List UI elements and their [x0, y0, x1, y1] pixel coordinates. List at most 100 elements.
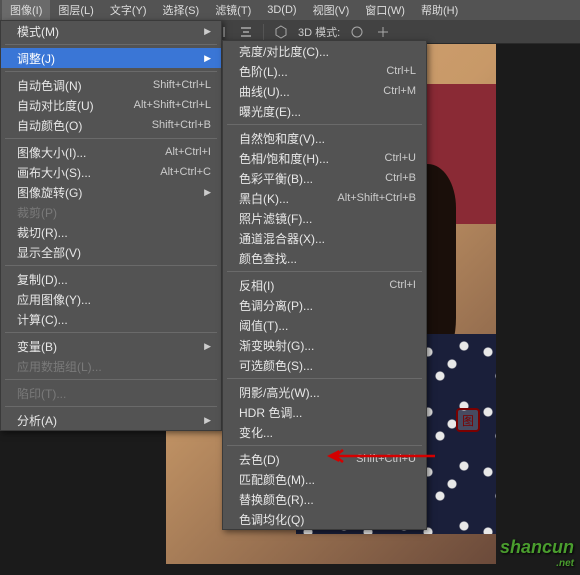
menu-shortcut: Alt+Ctrl+I — [145, 146, 211, 158]
menu-item[interactable]: 渐变映射(G)... — [223, 335, 426, 355]
menu-item[interactable]: 自动色调(N)Shift+Ctrl+L — [1, 75, 221, 95]
menu-item[interactable]: 曝光度(E)... — [223, 101, 426, 121]
menu-item[interactable]: 色相/饱和度(H)...Ctrl+U — [223, 148, 426, 168]
menubar-item[interactable]: 图层(L) — [50, 0, 101, 20]
menu-item[interactable]: 变化... — [223, 422, 426, 442]
menu-item[interactable]: 色调分离(P)... — [223, 295, 426, 315]
menu-item-label: 阴影/高光(W)... — [239, 384, 320, 401]
distribute-icon[interactable] — [237, 23, 255, 41]
menu-item-label: 分析(A) — [17, 412, 57, 429]
menu-item-label: 自然饱和度(V)... — [239, 130, 325, 147]
menu-separator — [5, 406, 217, 407]
menu-item-label: 渐变映射(G)... — [239, 337, 314, 354]
3d-icon[interactable] — [272, 23, 290, 41]
menu-item[interactable]: 自动颜色(O) Shift+Ctrl+B — [1, 115, 221, 135]
3d-mode-label: 3D 模式: — [298, 24, 340, 40]
menu-item[interactable]: 亮度/对比度(C)... — [223, 41, 426, 61]
menu-separator — [227, 378, 422, 379]
menu-item-label: 显示全部(V) — [17, 244, 81, 261]
menu-separator — [5, 379, 217, 380]
menu-shortcut: Ctrl+I — [369, 279, 416, 291]
menu-item[interactable]: 匹配颜色(M)... — [223, 469, 426, 489]
menu-item-label: 自动对比度(U) — [17, 97, 94, 114]
menu-item[interactable]: 画布大小(S)...Alt+Ctrl+C — [1, 162, 221, 182]
menu-item-label: 图像大小(I)... — [17, 144, 86, 161]
menu-item-label: 可选颜色(S)... — [239, 357, 313, 374]
menubar-item[interactable]: 帮助(H) — [413, 0, 466, 20]
menu-item[interactable]: 色调均化(Q) — [223, 509, 426, 529]
menu-item[interactable]: 应用图像(Y)... — [1, 289, 221, 309]
3d-pan-icon[interactable] — [374, 23, 392, 41]
menu-separator — [227, 124, 422, 125]
menu-item-label: 反相(I) — [239, 277, 274, 294]
menu-item[interactable]: 色彩平衡(B)...Ctrl+B — [223, 168, 426, 188]
menu-item[interactable]: 显示全部(V) — [1, 242, 221, 262]
menu-item-label: 通道混合器(X)... — [239, 230, 325, 247]
menu-item-label: 变量(B) — [17, 338, 57, 355]
menu-item[interactable]: 黑白(K)...Alt+Shift+Ctrl+B — [223, 188, 426, 208]
menu-item[interactable]: 替换颜色(R)... — [223, 489, 426, 509]
menu-shortcut: Ctrl+L — [366, 65, 416, 77]
menu-item[interactable]: 自动对比度(U)Alt+Shift+Ctrl+L — [1, 95, 221, 115]
menu-item[interactable]: HDR 色调... — [223, 402, 426, 422]
menubar-item[interactable]: 滤镜(T) — [207, 0, 259, 20]
menu-item[interactable]: 计算(C)... — [1, 309, 221, 329]
submenu-arrow-icon: ▶ — [204, 341, 211, 352]
3d-rotate-icon[interactable] — [348, 23, 366, 41]
menu-shortcut: Shift+Ctrl+B — [132, 119, 211, 131]
menu-item-label: 裁剪(P) — [17, 204, 57, 221]
menubar-item[interactable]: 视图(V) — [305, 0, 358, 20]
menubar-item[interactable]: 文字(Y) — [102, 0, 155, 20]
submenu-arrow-icon: ▶ — [204, 53, 211, 64]
menu-item-label: 色阶(L)... — [239, 63, 288, 80]
menubar-item[interactable]: 窗口(W) — [357, 0, 413, 20]
menu-item-label: 匹配颜色(M)... — [239, 471, 315, 488]
menu-item-label: HDR 色调... — [239, 404, 302, 421]
menu-item: 陷印(T)... — [1, 383, 221, 403]
menubar-item[interactable]: 选择(S) — [155, 0, 208, 20]
menu-item[interactable]: 复制(D)... — [1, 269, 221, 289]
menu-item[interactable]: 照片滤镜(F)... — [223, 208, 426, 228]
menu-item[interactable]: 模式(M) ▶ — [1, 21, 221, 41]
menu-shortcut: Ctrl+U — [365, 152, 416, 164]
submenu-arrow-icon: ▶ — [204, 26, 211, 37]
menu-item-label: 色调均化(Q) — [239, 511, 304, 528]
menu-shortcut: Shift+Ctrl+L — [133, 79, 211, 91]
submenu-arrow-icon: ▶ — [204, 187, 211, 198]
menu-item-label: 模式(M) — [17, 23, 59, 40]
menu-item[interactable]: 自然饱和度(V)... — [223, 128, 426, 148]
menu-item-label: 自动颜色(O) — [17, 117, 82, 134]
logo-main: shancun — [500, 537, 574, 557]
menu-item[interactable]: 可选颜色(S)... — [223, 355, 426, 375]
logo-sub: .net — [500, 558, 574, 569]
menu-item[interactable]: 阴影/高光(W)... — [223, 382, 426, 402]
menu-separator — [5, 265, 217, 266]
menu-item[interactable]: 曲线(U)...Ctrl+M — [223, 81, 426, 101]
menu-item-label: 应用数据组(L)... — [17, 358, 102, 375]
menu-item-label: 调整(J) — [17, 50, 55, 67]
menu-item[interactable]: 阈值(T)... — [223, 315, 426, 335]
menu-item[interactable]: 调整(J) ▶ — [1, 48, 221, 68]
menu-item[interactable]: 裁切(R)... — [1, 222, 221, 242]
menu-item[interactable]: 色阶(L)... Ctrl+L — [223, 61, 426, 81]
menu-item-label: 应用图像(Y)... — [17, 291, 91, 308]
menubar-item[interactable]: 3D(D) — [259, 2, 304, 18]
menu-separator — [227, 271, 422, 272]
menu-item[interactable]: 颜色查找... — [223, 248, 426, 268]
menu-item[interactable]: 通道混合器(X)... — [223, 228, 426, 248]
submenu-arrow-icon: ▶ — [204, 415, 211, 426]
menu-item[interactable]: 图像大小(I)... Alt+Ctrl+I — [1, 142, 221, 162]
menu-shortcut: Ctrl+B — [365, 172, 416, 184]
menu-item-label: 照片滤镜(F)... — [239, 210, 312, 227]
menu-item-label: 复制(D)... — [17, 271, 68, 288]
separator — [263, 24, 264, 40]
menubar-item[interactable]: 图像(I) — [2, 0, 50, 20]
menu-item[interactable]: 反相(I) Ctrl+I — [223, 275, 426, 295]
menu-item-label: 陷印(T)... — [17, 385, 66, 402]
menu-item[interactable]: 变量(B) ▶ — [1, 336, 221, 356]
menu-item[interactable]: 分析(A) ▶ — [1, 410, 221, 430]
menu-item-label: 图像旋转(G) — [17, 184, 82, 201]
menu-item-label: 阈值(T)... — [239, 317, 288, 334]
menu-item: 裁剪(P) — [1, 202, 221, 222]
menu-item[interactable]: 图像旋转(G) ▶ — [1, 182, 221, 202]
